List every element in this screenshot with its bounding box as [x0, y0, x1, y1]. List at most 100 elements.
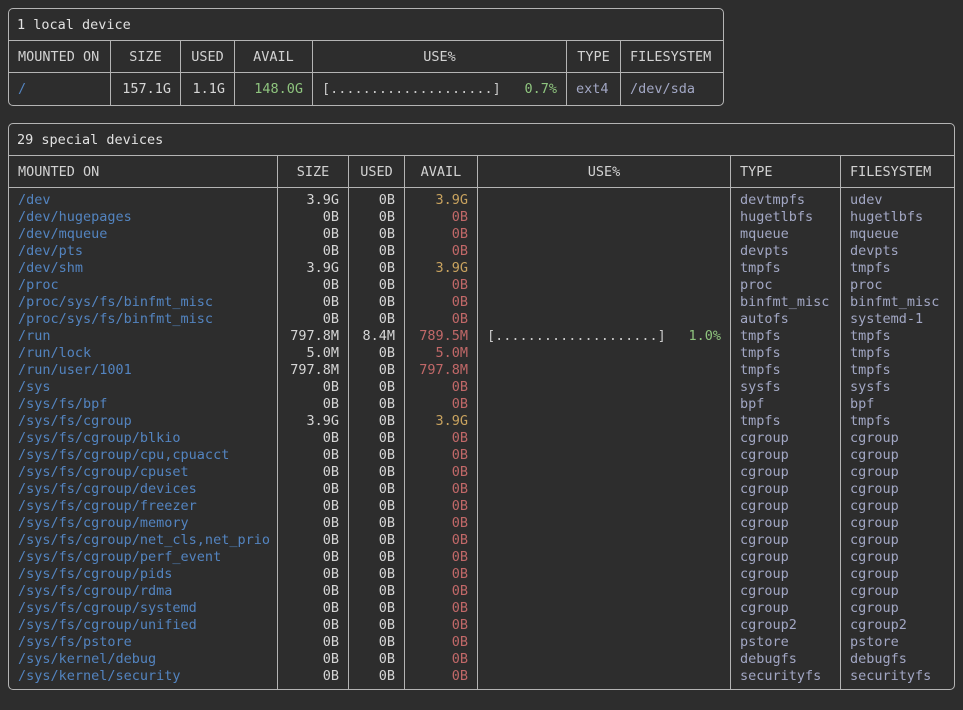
cell-size: 0B [278, 515, 348, 532]
cell-used: 0B [349, 447, 404, 464]
cell-type: cgroup [731, 583, 840, 600]
cell-filesystem: cgroup [841, 600, 954, 617]
header-used: USED [181, 41, 235, 72]
cell-size: 0B [278, 532, 348, 549]
cell-type: sysfs [731, 379, 840, 396]
cell-mounted-on: /sys/fs/cgroup/devices [9, 481, 277, 498]
cell-avail: 3.9G [405, 192, 477, 209]
cell-size: 0B [278, 651, 348, 668]
cell-avail: 0B [405, 311, 477, 328]
cell-type: cgroup [731, 515, 840, 532]
cell-use [478, 277, 730, 294]
cell-filesystem: /dev/sda [621, 73, 723, 105]
cell-type: cgroup [731, 549, 840, 566]
cell-size: 3.9G [278, 260, 348, 277]
cell-size: 0B [278, 481, 348, 498]
cell-mounted-on: /sys/fs/cgroup/cpu,cpuacct [9, 447, 277, 464]
cell-type: cgroup [731, 447, 840, 464]
cell-type: cgroup [731, 481, 840, 498]
cell-size: 0B [278, 566, 348, 583]
cell-use: [....................]1.0% [478, 328, 730, 345]
cell-filesystem: securityfs [841, 668, 954, 685]
cell-used: 0B [349, 396, 404, 413]
header-type: TYPE [567, 41, 621, 72]
cell-filesystem: cgroup [841, 430, 954, 447]
cell-filesystem: proc [841, 277, 954, 294]
cell-mounted-on: /sys/fs/cgroup/unified [9, 617, 277, 634]
cell-type: autofs [731, 311, 840, 328]
cell-used: 0B [349, 362, 404, 379]
cell-use [478, 600, 730, 617]
cell-mounted-on: /sys/fs/pstore [9, 634, 277, 651]
cell-mounted-on: /sys/fs/cgroup/rdma [9, 583, 277, 600]
cell-avail: 0B [405, 464, 477, 481]
header-mounted-on: MOUNTED ON [9, 41, 111, 72]
cell-size: 0B [278, 600, 348, 617]
cell-avail: 0B [405, 243, 477, 260]
cell-mounted-on: /sys/kernel/security [9, 668, 277, 685]
cell-type: bpf [731, 396, 840, 413]
cell-filesystem: mqueue [841, 226, 954, 243]
cell-used: 0B [349, 226, 404, 243]
column-avail: 148.0G [235, 73, 313, 105]
cell-type: devpts [731, 243, 840, 260]
cell-use [478, 396, 730, 413]
cell-mounted-on: /dev/pts [9, 243, 277, 260]
cell-avail: 0B [405, 532, 477, 549]
cell-filesystem: debugfs [841, 651, 954, 668]
cell-size: 0B [278, 294, 348, 311]
column-avail: 3.9G0B0B0B3.9G0B0B0B789.5M5.0M797.8M0B0B… [405, 188, 478, 689]
usage-bar: [....................] [322, 73, 501, 105]
cell-avail: 0B [405, 617, 477, 634]
cell-filesystem: tmpfs [841, 362, 954, 379]
cell-filesystem: pstore [841, 634, 954, 651]
cell-used: 0B [349, 430, 404, 447]
cell-mounted-on: /dev/shm [9, 260, 277, 277]
cell-filesystem: cgroup [841, 583, 954, 600]
cell-avail: 0B [405, 651, 477, 668]
column-type: ext4 [567, 73, 621, 105]
cell-mounted-on: /sys/fs/bpf [9, 396, 277, 413]
cell-type: tmpfs [731, 260, 840, 277]
cell-type: cgroup [731, 430, 840, 447]
cell-use [478, 481, 730, 498]
special-devices-table: 29 special devices MOUNTED ON SIZE USED … [8, 123, 955, 690]
column-mounted-on: / [9, 73, 111, 105]
cell-filesystem: cgroup [841, 464, 954, 481]
usage-bar: [....................] [487, 328, 666, 345]
cell-mounted-on: /sys/fs/cgroup/blkio [9, 430, 277, 447]
cell-used: 0B [349, 294, 404, 311]
cell-mounted-on: /dev/hugepages [9, 209, 277, 226]
cell-type: tmpfs [731, 413, 840, 430]
cell-size: 3.9G [278, 192, 348, 209]
header-size: SIZE [111, 41, 181, 72]
cell-type: devtmpfs [731, 192, 840, 209]
header-filesystem: FILESYSTEM [841, 156, 954, 187]
column-size: 3.9G0B0B0B3.9G0B0B0B797.8M5.0M797.8M0B0B… [278, 188, 349, 689]
cell-filesystem: cgroup [841, 447, 954, 464]
cell-size: 0B [278, 243, 348, 260]
cell-size: 0B [278, 379, 348, 396]
cell-size: 0B [278, 549, 348, 566]
cell-use [478, 430, 730, 447]
header-filesystem: FILESYSTEM [621, 41, 723, 72]
cell-use [478, 345, 730, 362]
cell-size: 0B [278, 277, 348, 294]
cell-used: 0B [349, 260, 404, 277]
cell-used: 0B [349, 192, 404, 209]
cell-used: 0B [349, 617, 404, 634]
cell-size: 797.8M [278, 328, 348, 345]
cell-size: 0B [278, 617, 348, 634]
column-used: 1.1G [181, 73, 235, 105]
header-type: TYPE [731, 156, 841, 187]
cell-avail: 0B [405, 447, 477, 464]
cell-size: 0B [278, 209, 348, 226]
cell-used: 0B [349, 651, 404, 668]
cell-type: tmpfs [731, 328, 840, 345]
cell-used: 0B [349, 481, 404, 498]
header-mounted-on: MOUNTED ON [9, 156, 278, 187]
cell-type: proc [731, 277, 840, 294]
cell-avail: 789.5M [405, 328, 477, 345]
cell-used: 0B [349, 464, 404, 481]
cell-use [478, 362, 730, 379]
